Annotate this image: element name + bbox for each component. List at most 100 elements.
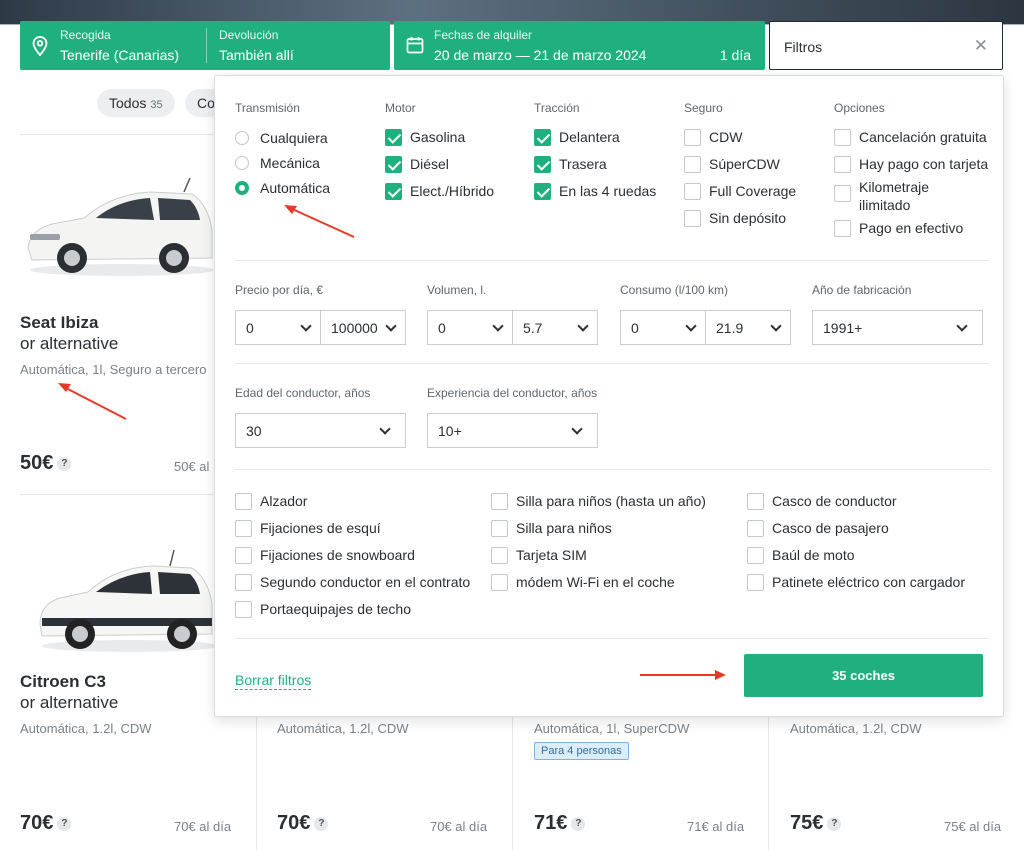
checkbox[interactable] bbox=[491, 520, 508, 537]
list-divider-mid bbox=[20, 494, 220, 495]
checkbox[interactable] bbox=[684, 183, 701, 200]
pickup-field[interactable]: Recogida Tenerife (Canarias) Devolución … bbox=[20, 21, 390, 70]
select-value: 5.7 bbox=[523, 320, 543, 336]
checkbox[interactable] bbox=[747, 547, 764, 564]
car-alternative: or alternative bbox=[20, 693, 119, 712]
chevron-down-icon bbox=[577, 320, 589, 332]
list-divider-top bbox=[20, 134, 220, 135]
car-name[interactable]: Seat Ibiza bbox=[20, 313, 98, 333]
apply-filters-button[interactable]: 35 coches bbox=[744, 654, 983, 697]
checkbox[interactable] bbox=[684, 156, 701, 173]
checkbox-checked[interactable] bbox=[385, 129, 402, 146]
radio-label: Cualquiera bbox=[260, 130, 328, 146]
checkbox[interactable] bbox=[235, 574, 252, 591]
filters-label: Filtros bbox=[784, 39, 823, 55]
checkbox-label: Casco de pasajero bbox=[772, 520, 889, 536]
select-value: 1991+ bbox=[823, 320, 863, 336]
checkbox[interactable] bbox=[834, 129, 851, 146]
driver-age-heading: Edad del conductor, años bbox=[235, 386, 371, 400]
price-help-icon[interactable]: ? bbox=[57, 817, 72, 831]
checkbox-checked[interactable] bbox=[534, 129, 551, 146]
filters-toggle[interactable]: Filtros ✕ bbox=[769, 21, 1003, 70]
calendar-icon bbox=[406, 37, 424, 54]
chevron-down-icon bbox=[956, 320, 968, 332]
chip-all[interactable]: Todos 35 bbox=[97, 89, 175, 117]
checkbox[interactable] bbox=[491, 493, 508, 510]
price-from-select[interactable]: 0 bbox=[235, 310, 321, 345]
checkbox-label: Hay pago con tarjeta bbox=[859, 156, 989, 172]
car-price-per-day: 50€ al bbox=[174, 459, 210, 474]
car-price: 71€? bbox=[534, 812, 586, 835]
volume-to-select[interactable]: 5.7 bbox=[512, 310, 598, 345]
checkbox[interactable] bbox=[834, 185, 851, 202]
driver-experience-heading: Experiencia del conductor, años bbox=[427, 386, 598, 400]
checkbox-checked[interactable] bbox=[385, 183, 402, 200]
location-pin-icon bbox=[32, 36, 48, 56]
checkbox-checked[interactable] bbox=[534, 156, 551, 173]
checkbox-checked[interactable] bbox=[385, 156, 402, 173]
car-image-seat-ibiza[interactable] bbox=[22, 178, 214, 278]
checkbox[interactable] bbox=[684, 129, 701, 146]
price-help-icon[interactable]: ? bbox=[571, 817, 586, 831]
checkbox-label: Segundo conductor en el contrato bbox=[260, 574, 471, 590]
checkbox[interactable] bbox=[834, 220, 851, 237]
checkbox[interactable] bbox=[747, 574, 764, 591]
filters-panel: Transmisión Cualquiera Mecánica Automáti… bbox=[214, 75, 1004, 717]
transmission-heading: Transmisión bbox=[235, 101, 300, 115]
checkbox[interactable] bbox=[747, 520, 764, 537]
car-image-citroen-c3[interactable] bbox=[34, 548, 214, 654]
price-help-icon[interactable]: ? bbox=[57, 457, 72, 471]
annotation-arrow-apply bbox=[640, 670, 726, 680]
return-label[interactable]: Devolución bbox=[219, 28, 278, 42]
radio-button[interactable] bbox=[235, 156, 249, 170]
checkbox[interactable] bbox=[491, 547, 508, 564]
checkbox-label: Baúl de moto bbox=[772, 547, 855, 563]
driver-age-select[interactable]: 30 bbox=[235, 413, 406, 448]
car-price: 70€? bbox=[277, 812, 329, 835]
checkbox-label: Trasera bbox=[559, 156, 607, 172]
checkbox-label: Patinete eléctrico con cargador bbox=[772, 574, 965, 590]
year-select[interactable]: 1991+ bbox=[812, 310, 983, 345]
car-price: 70€? bbox=[20, 812, 72, 835]
checkbox[interactable] bbox=[834, 156, 851, 173]
price-heading: Precio por día, € bbox=[235, 283, 324, 297]
car-price-value: 70€ bbox=[20, 812, 54, 834]
price-help-icon[interactable]: ? bbox=[827, 817, 842, 831]
consumption-to-select[interactable]: 21.9 bbox=[705, 310, 791, 345]
car-price-per-day: 71€ al día bbox=[687, 819, 745, 834]
consumption-from-select[interactable]: 0 bbox=[620, 310, 706, 345]
checkbox[interactable] bbox=[235, 547, 252, 564]
car-price-per-day: 70€ al día bbox=[430, 819, 488, 834]
checkbox[interactable] bbox=[235, 520, 252, 537]
checkbox[interactable] bbox=[235, 493, 252, 510]
chip-all-count: 35 bbox=[150, 99, 163, 111]
checkbox-label: módem Wi-Fi en el coche bbox=[516, 574, 675, 590]
price-help-icon[interactable]: ? bbox=[314, 817, 329, 831]
checkbox-checked[interactable] bbox=[534, 183, 551, 200]
driver-experience-select[interactable]: 10+ bbox=[427, 413, 598, 448]
dates-days: 1 día bbox=[719, 47, 751, 63]
select-value: 30 bbox=[246, 423, 262, 439]
close-icon[interactable]: ✕ bbox=[974, 36, 988, 56]
radio-button-selected[interactable] bbox=[235, 181, 249, 195]
checkbox[interactable] bbox=[491, 574, 508, 591]
car-price-value: 50€ bbox=[20, 452, 54, 474]
radio-button[interactable] bbox=[235, 131, 249, 145]
car-spec: Automática, 1l, SuperCDW bbox=[534, 721, 690, 736]
clear-filters-link[interactable]: Borrar filtros bbox=[235, 672, 312, 690]
checkbox-label: Cancelación gratuita bbox=[859, 129, 987, 145]
chevron-down-icon bbox=[300, 320, 312, 332]
chevron-down-icon bbox=[379, 423, 391, 435]
volume-from-select[interactable]: 0 bbox=[427, 310, 513, 345]
radio-label: Mecánica bbox=[260, 155, 320, 171]
checkbox[interactable] bbox=[684, 210, 701, 227]
checkbox[interactable] bbox=[747, 493, 764, 510]
price-to-select[interactable]: 100000 bbox=[320, 310, 406, 345]
annotation-arrow-transmission bbox=[284, 205, 355, 238]
checkbox[interactable] bbox=[235, 601, 252, 618]
return-value[interactable]: También allí bbox=[219, 47, 294, 63]
checkbox-label-line2: ilimitado bbox=[859, 197, 911, 213]
dates-field[interactable]: Fechas de alquiler 20 de marzo — 21 de m… bbox=[394, 21, 765, 70]
car-name[interactable]: Citroen C3 bbox=[20, 672, 106, 692]
chevron-down-icon bbox=[770, 320, 782, 332]
